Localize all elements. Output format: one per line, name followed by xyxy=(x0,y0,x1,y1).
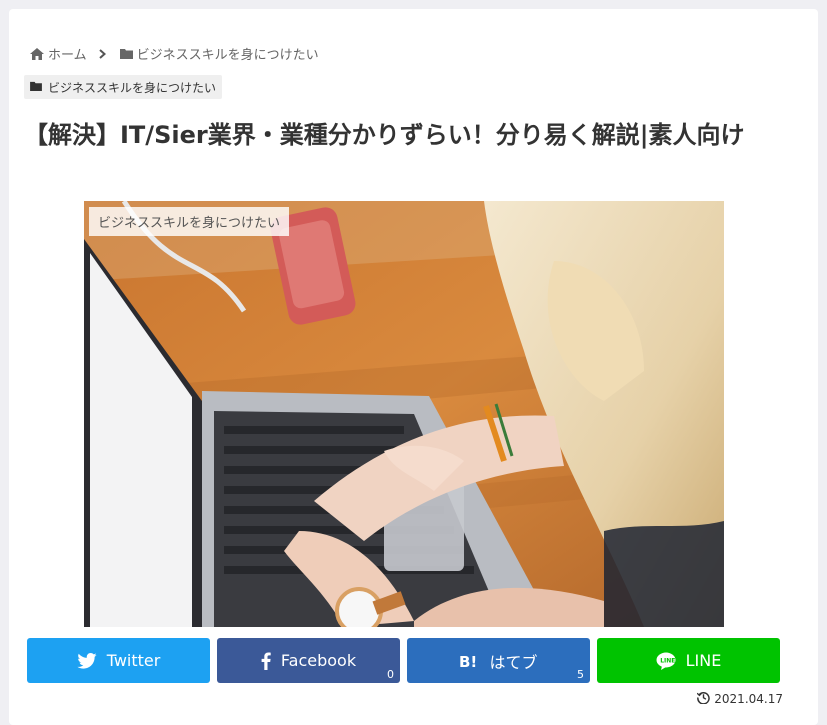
post-date: 2021.04.17 xyxy=(697,691,783,707)
hatena-label: はてブ xyxy=(489,652,538,672)
post-date-text: 2021.04.17 xyxy=(714,692,783,706)
twitter-share-button[interactable]: Twitter xyxy=(27,638,210,683)
category-label[interactable]: ビジネススキルを身につけたい xyxy=(24,75,223,99)
folder-icon xyxy=(30,80,48,94)
svg-text:B!: B! xyxy=(459,653,477,669)
hero-image: ビジネススキルを身につけたい xyxy=(84,201,724,627)
line-icon: LINE xyxy=(656,652,676,670)
breadcrumb: ホーム ビジネススキルを身につけたい xyxy=(30,44,319,63)
hatena-bookmark-icon: B! xyxy=(459,653,479,669)
breadcrumb-home[interactable]: ホーム xyxy=(30,44,87,63)
hero-category-badge[interactable]: ビジネススキルを身につけたい xyxy=(89,207,290,236)
facebook-label: Facebook xyxy=(280,651,357,670)
folder-icon xyxy=(119,48,133,59)
svg-text:LINE: LINE xyxy=(660,657,675,664)
line-label: LINE xyxy=(685,651,722,670)
facebook-share-count: 0 xyxy=(387,668,394,681)
twitter-icon xyxy=(77,652,97,669)
article-title: 【解決】IT/Sier業界・業種分かりずらい！分り易く解説|素人向け xyxy=(24,121,745,149)
facebook-icon xyxy=(261,652,271,670)
home-icon xyxy=(30,47,44,60)
history-icon xyxy=(697,691,714,707)
line-share-button[interactable]: LINE LINE xyxy=(597,638,780,683)
hatena-bookmark-button[interactable]: B! はてブ 5 xyxy=(407,638,590,683)
breadcrumb-category-label: ビジネススキルを身につけたい xyxy=(136,48,319,63)
facebook-share-button[interactable]: Facebook 0 xyxy=(217,638,400,683)
breadcrumb-home-label: ホーム xyxy=(48,48,87,63)
hatena-bookmark-count: 5 xyxy=(577,668,584,681)
twitter-label: Twitter xyxy=(106,651,161,670)
hero-illustration xyxy=(84,201,724,627)
share-buttons: Twitter Facebook 0 B! はてブ 5 LINE LINE xyxy=(27,638,780,683)
chevron-right-icon xyxy=(98,48,106,59)
breadcrumb-category[interactable]: ビジネススキルを身につけたい xyxy=(119,44,319,63)
category-label-text: ビジネススキルを身につけたい xyxy=(48,80,217,95)
